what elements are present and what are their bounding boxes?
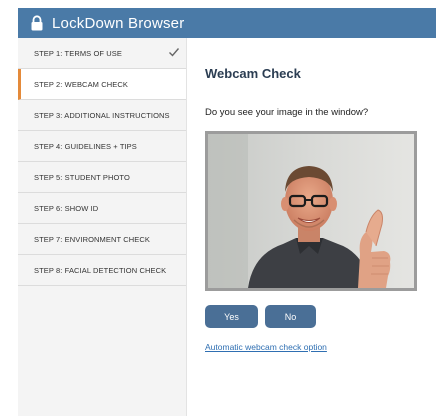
sidebar-item-environment-check[interactable]: STEP 7: ENVIRONMENT CHECK [18, 224, 186, 255]
lock-icon [31, 15, 43, 31]
checkmark-icon [169, 48, 180, 57]
no-button[interactable]: No [265, 305, 316, 328]
sidebar-item-terms-of-use[interactable]: STEP 1: TERMS OF USE [18, 38, 186, 69]
sidebar-item-label: STEP 5: STUDENT PHOTO [34, 172, 130, 182]
title-bar: LockDown Browser [18, 8, 436, 38]
steps-sidebar: STEP 1: TERMS OF USE STEP 2: WEBCAM CHEC… [18, 38, 187, 416]
webcam-question: Do you see your image in the window? [205, 107, 369, 118]
yes-button[interactable]: Yes [205, 305, 258, 328]
window-title: LockDown Browser [52, 14, 185, 32]
sidebar-item-label: STEP 8: FACIAL DETECTION CHECK [34, 265, 167, 275]
sidebar-item-label: STEP 6: SHOW ID [34, 203, 99, 213]
webcam-video-image [208, 134, 414, 288]
main-content: Webcam Check Do you see your image in th… [187, 38, 436, 416]
lockdown-browser-window: LockDown Browser STEP 1: TERMS OF USE ST… [0, 0, 436, 416]
sidebar-item-label: STEP 3: ADDITIONAL INSTRUCTIONS [34, 110, 170, 120]
sidebar-item-webcam-check[interactable]: STEP 2: WEBCAM CHECK [18, 69, 186, 100]
sidebar-item-label: STEP 7: ENVIRONMENT CHECK [34, 234, 150, 244]
sidebar-item-guidelines-tips[interactable]: STEP 4: GUIDELINES + TIPS [18, 131, 186, 162]
sidebar-item-student-photo[interactable]: STEP 5: STUDENT PHOTO [18, 162, 186, 193]
webcam-preview [205, 131, 417, 291]
sidebar-item-label: STEP 2: WEBCAM CHECK [34, 79, 128, 89]
sidebar-item-show-id[interactable]: STEP 6: SHOW ID [18, 193, 186, 224]
sidebar-item-label: STEP 1: TERMS OF USE [34, 48, 122, 58]
automatic-webcam-check-link[interactable]: Automatic webcam check option [205, 342, 327, 352]
page-title: Webcam Check [205, 66, 301, 81]
sidebar-item-additional-instructions[interactable]: STEP 3: ADDITIONAL INSTRUCTIONS [18, 100, 186, 131]
sidebar-item-label: STEP 4: GUIDELINES + TIPS [34, 141, 137, 151]
sidebar-item-facial-detection-check[interactable]: STEP 8: FACIAL DETECTION CHECK [18, 255, 186, 286]
